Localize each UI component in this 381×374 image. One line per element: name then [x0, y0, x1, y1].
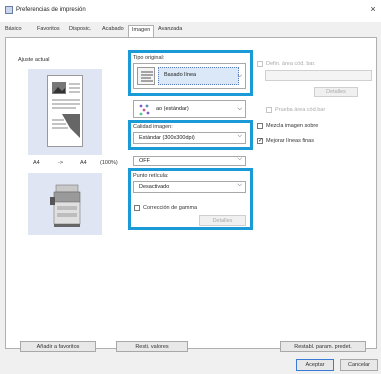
barcode-area-field[interactable] — [265, 70, 372, 81]
screening-dropdown[interactable]: Desactivado ⌵ — [133, 181, 246, 193]
screening-value: Desactivado — [139, 184, 170, 190]
tab-basico[interactable]: Básico — [5, 26, 22, 32]
gamma-details-button[interactable]: Detalles — [199, 215, 246, 226]
source-size: A4 — [33, 160, 40, 166]
barcode-area-checkbox[interactable] — [257, 61, 263, 67]
test-barcode-label: Prueba área cód.bar — [275, 107, 326, 113]
barcode-details-button[interactable]: Detalles — [314, 87, 358, 97]
tab-disposicion[interactable]: Disposic. — [69, 26, 91, 32]
restore-defaults-button[interactable]: Restabl. param. predet. — [280, 341, 366, 352]
accept-button[interactable]: Aceptar — [296, 359, 334, 371]
off-setting-dropdown[interactable]: OFF ⌵ — [133, 156, 246, 166]
tab-favoritos[interactable]: Favoritos — [37, 26, 60, 32]
test-barcode-checkbox[interactable] — [266, 107, 272, 113]
chevron-down-icon: ⌵ — [237, 73, 242, 79]
chevron-down-icon: ⌵ — [237, 156, 242, 162]
gamma-correction-checkbox[interactable] — [134, 205, 140, 211]
image-quality-label: Calidad imagen: — [133, 124, 173, 130]
tab-avanzada[interactable]: Avanzada — [158, 26, 182, 32]
hidden-setting-value: ao (estándar) — [156, 106, 189, 112]
printer-machine-icon — [50, 184, 81, 227]
original-type-dropdown[interactable]: Basado línea ⌵ — [133, 63, 246, 89]
cancel-button[interactable]: Cancelar — [340, 359, 378, 371]
current-settings-label: Ajuste actual — [18, 57, 50, 63]
barcode-area-label: Defin. área cód. bar. — [266, 61, 316, 67]
improve-lines-checkbox[interactable] — [257, 137, 263, 144]
printer-app-icon — [5, 6, 13, 14]
dot-pattern-icon — [138, 103, 151, 116]
image-on-top-checkbox[interactable] — [257, 123, 263, 129]
chevron-down-icon: ⌵ — [237, 133, 242, 139]
add-to-favorites-button[interactable]: Añadir a favoritos — [20, 341, 96, 352]
tab-acabado[interactable]: Acabado — [102, 26, 124, 32]
screening-label: Punto retícula: — [133, 173, 169, 179]
off-setting-value: OFF — [139, 158, 150, 164]
line-based-icon — [137, 67, 155, 85]
paper-preview — [47, 75, 83, 147]
chevron-down-icon: ⌵ — [237, 182, 242, 188]
original-type-label: Tipo original: — [133, 55, 165, 61]
zoom-ratio: (100%) — [100, 160, 118, 166]
hidden-setting-dropdown[interactable]: ao (estándar) ⌵ — [133, 100, 246, 118]
window-title: Preferencias de impresión — [16, 7, 86, 13]
tab-imagen[interactable]: Imagen — [128, 25, 155, 37]
output-size: A4 — [80, 160, 87, 166]
chevron-down-icon: ⌵ — [237, 106, 242, 112]
restore-values-button[interactable]: Resti. valores — [116, 341, 188, 352]
image-quality-value: Estándar (300x300dpi) — [139, 135, 195, 141]
image-on-top-label: Mezcla imagen sobre — [266, 123, 319, 129]
printer-preview — [28, 173, 102, 235]
image-quality-dropdown[interactable]: Estándar (300x300dpi) ⌵ — [133, 132, 246, 144]
original-type-value: Basado línea — [164, 72, 197, 78]
improve-lines-label: Mejorar líneas finas — [266, 138, 314, 144]
document-thumbnail-icon — [52, 82, 80, 138]
size-arrow: -> — [58, 160, 64, 166]
gamma-correction-label: Corrección de gamma — [143, 205, 198, 211]
close-icon[interactable]: × — [367, 4, 379, 14]
